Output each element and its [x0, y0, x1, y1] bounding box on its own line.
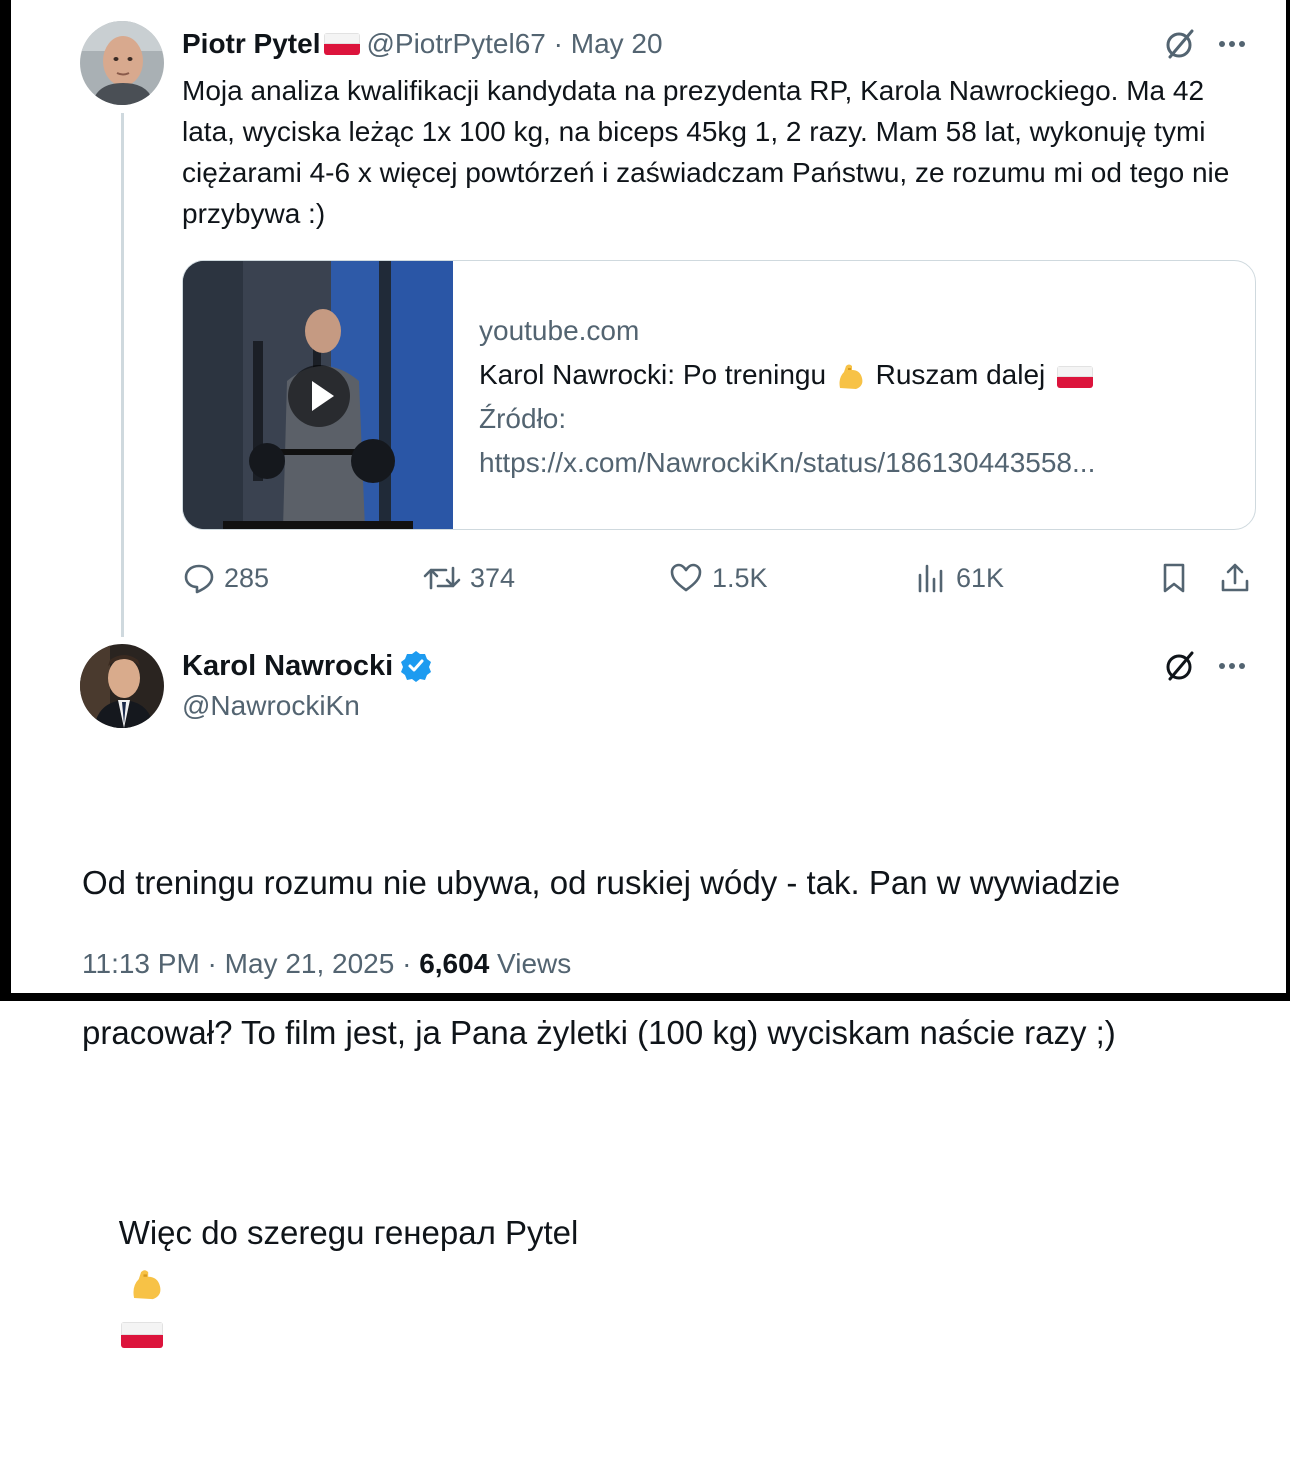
handle-and-date[interactable]: @PiotrPytel67 · May 20 [366, 28, 662, 60]
views-button[interactable]: 61K [914, 556, 1004, 600]
author-handle[interactable]: @NawrockiKn [182, 690, 360, 722]
like-button[interactable]: 1.5K [668, 556, 768, 600]
tweet1-text: Moja analiza kwalifikacji kandydata na p… [182, 75, 1238, 229]
repost-count: 374 [470, 562, 516, 593]
card-source-label: Źródło: [479, 403, 567, 434]
tweet2-header: Karol Nawrocki [182, 646, 433, 686]
tweet2-text: Od treningu rozumu nie ubywa, od ruskiej… [82, 758, 1262, 1458]
poland-flag-emoji [120, 1322, 163, 1349]
card-title-after: Ruszam dalej [875, 359, 1046, 390]
repost-button[interactable]: 374 [422, 556, 515, 600]
tweet2-top-icons [1162, 648, 1248, 689]
avatar-karol-nawrocki[interactable] [80, 644, 164, 728]
tweet1-actions: 285 374 1.5K 61K [182, 556, 1254, 600]
link-card[interactable]: youtube.com Karol Nawrocki: Po treningu … [182, 260, 1256, 530]
views-count: 61K [956, 562, 1005, 593]
author-name[interactable]: Piotr Pytel [182, 28, 320, 60]
card-info: youtube.com Karol Nawrocki: Po treningu … [453, 261, 1099, 529]
tweet2-text-line3: Więc do szeregu генерал Pytel [82, 1158, 1262, 1408]
play-button[interactable] [288, 365, 350, 427]
card-source-url[interactable]: https://x.com/NawrockiKn/status/18613044… [479, 441, 1099, 485]
tweet1-header: Piotr Pytel @PiotrPytel67 · May 20 [182, 24, 663, 64]
bookmark-icon [1163, 563, 1185, 593]
no-grok-icon[interactable] [1162, 648, 1198, 689]
tweet2-text-line1: Od treningu rozumu nie ubywa, od ruskiej… [82, 864, 1121, 901]
bookmark-button[interactable] [1157, 556, 1199, 600]
author-name[interactable]: Karol Nawrocki [182, 650, 393, 683]
flexed-biceps-emoji [133, 1270, 161, 1300]
share-icon [1221, 563, 1249, 592]
reply-icon [184, 564, 214, 594]
more-icon[interactable] [1216, 648, 1248, 689]
video-thumbnail[interactable] [183, 261, 453, 529]
tweet2-text-line3-content: Więc do szeregu генерал Pytel [118, 1214, 579, 1251]
tweet1-top-icons [1162, 26, 1248, 67]
views-label: Views [489, 948, 572, 979]
card-title-text: Karol Nawrocki: Po treningu [479, 359, 827, 390]
share-button[interactable] [1218, 556, 1260, 600]
reply-button[interactable]: 285 [182, 556, 269, 600]
views-count: 6,604 [419, 948, 490, 979]
card-title: Karol Nawrocki: Po treningu Ruszam dalej [479, 353, 1099, 397]
avatar-piotr-pytel[interactable] [80, 21, 164, 105]
play-icon [312, 381, 334, 411]
card-domain: youtube.com [479, 315, 640, 346]
timestamp[interactable]: 11:13 PM · May 21, 2025 · [82, 948, 419, 979]
poland-flag-emoji [1057, 365, 1094, 388]
window-edge-right [1286, 0, 1290, 1001]
views-icon [918, 564, 943, 593]
thread-connector-line [121, 113, 124, 637]
like-icon [670, 563, 702, 592]
flexed-biceps-emoji [839, 364, 863, 389]
more-icon[interactable] [1216, 26, 1248, 67]
tweet2-meta: 11:13 PM · May 21, 2025 · 6,604 Views [82, 948, 571, 980]
verified-badge-icon [401, 651, 432, 682]
reply-count: 285 [224, 562, 270, 593]
no-grok-icon[interactable] [1162, 26, 1198, 67]
like-count: 1.5K [712, 562, 768, 593]
window-edge-left [0, 0, 11, 1001]
tweet2-text-line2: pracował? To film jest, ja Pana żyletki … [82, 1014, 1116, 1051]
poland-flag-emoji [324, 33, 361, 55]
repost-icon [423, 566, 461, 590]
